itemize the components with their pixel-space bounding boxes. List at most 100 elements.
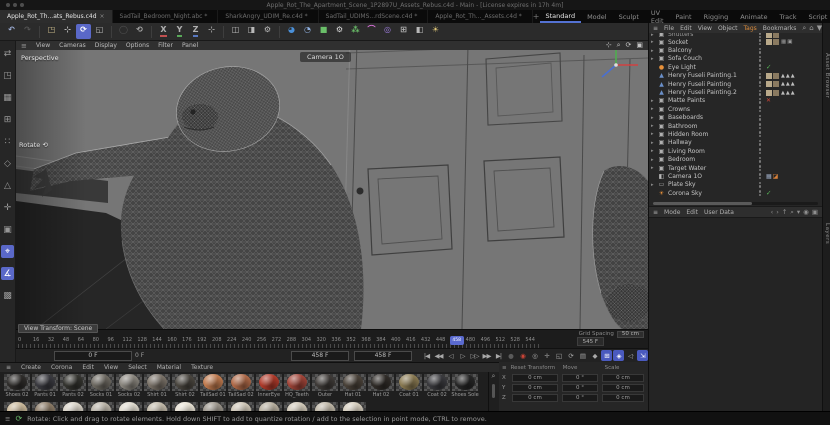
viewport-scene[interactable] (16, 41, 648, 329)
tag-box-icons[interactable]: ▦▣ (781, 39, 793, 45)
visibility-dots[interactable] (756, 64, 764, 71)
object-name[interactable]: Corona Sky (668, 190, 756, 197)
material-swatch[interactable]: TailSad 01 (200, 374, 226, 398)
compositing-tag-icon[interactable]: ▦ (766, 173, 772, 180)
material-menu-item[interactable]: Material (157, 364, 181, 371)
magic-solo-icon[interactable]: ◔ (300, 24, 315, 39)
status-burger-icon[interactable]: ≡ (5, 415, 10, 423)
next-key-button[interactable]: ▶▶ (481, 350, 492, 361)
object-name[interactable]: Matte Paints (668, 97, 756, 104)
viewport-burger-icon[interactable]: ≡ (21, 42, 27, 50)
viewport-menu-item[interactable]: View (36, 42, 50, 49)
viewport-menu-item[interactable]: Display (95, 42, 117, 49)
object-row[interactable]: ▸ ▣ Bedroom ▦▣ ▲▲▲ ✓ ✕ ▦ ◪ (649, 155, 822, 163)
am-menu-item[interactable]: Edit (686, 209, 698, 216)
layout-tab[interactable]: Track (773, 10, 802, 23)
material-scrollbar[interactable] (492, 384, 495, 398)
om-menu-item[interactable]: Edit (680, 25, 692, 32)
object-name[interactable]: Socket (668, 39, 756, 46)
visibility-dots[interactable] (756, 190, 764, 197)
solo-button[interactable]: ⇲ (637, 350, 648, 361)
object-row[interactable]: ▸ ▣ Living Room ▦▣ ▲▲▲ ✓ ✕ ▦ ◪ (649, 147, 822, 155)
visibility-dots[interactable] (756, 131, 764, 138)
om-menu-item[interactable]: Object (718, 25, 738, 32)
viewport-menu-item[interactable]: Panel (182, 42, 198, 49)
visibility-dots[interactable] (756, 165, 764, 172)
object-row[interactable]: ▸ ▣ Matte Paints ▦▣ ▲▲▲ ✓ ✕ ▦ ◪ (649, 97, 822, 105)
material-swatch[interactable]: InnerEye (256, 374, 282, 398)
selection-tag-icons[interactable]: ▲▲▲ (781, 73, 796, 79)
object-name[interactable]: Crowns (668, 106, 756, 113)
texture-tag-thumbnails[interactable] (766, 33, 780, 38)
points-mode-icon[interactable]: ∷ (1, 135, 14, 148)
document-tab[interactable]: SadTail_Bedroom_Night.abc * (113, 10, 219, 23)
nav-forward-icon[interactable]: › (776, 208, 779, 217)
layout-tab[interactable]: UV Edit (645, 9, 670, 25)
home-icon[interactable]: ⌂ (809, 24, 813, 33)
visibility-dots[interactable] (756, 114, 764, 121)
selection-tag-icons[interactable]: ▲▲▲ (781, 90, 796, 96)
zoom-view-icon[interactable]: ⌕ (617, 41, 621, 50)
viewport[interactable]: ≡ View Cameras Display Options Filter Panel ⊹… (16, 41, 648, 329)
object-row[interactable]: ▸ ▣ Sofa Couch ▦▣ ▲▲▲ ✓ ✕ ▦ ◪ (649, 55, 822, 63)
material-swatch[interactable]: Pants 01 (32, 374, 58, 398)
layout-tab[interactable]: Paint (670, 10, 698, 23)
material-swatch[interactable]: Coat 01 (396, 374, 422, 398)
layout-tab[interactable]: Sculpt (613, 10, 645, 23)
spline-icon[interactable]: ◎ (380, 24, 395, 39)
object-row[interactable]: ▸ ▣ Bathroom ▦▣ ▲▲▲ ✓ ✕ ▦ ◪ (649, 122, 822, 130)
material-menu-item[interactable]: Texture (191, 364, 213, 371)
current-frame-field[interactable]: 458 F (291, 350, 349, 361)
camera-label[interactable]: Camera 1O (300, 52, 351, 62)
visibility-dots[interactable] (756, 55, 764, 62)
parameter-key-icon[interactable]: ▤ (577, 350, 588, 361)
texture-tag-thumbnails[interactable] (766, 72, 780, 79)
current-frame-field2[interactable]: 458 F (354, 350, 412, 361)
rotation-field[interactable]: 0 ° (562, 374, 598, 382)
object-name[interactable]: Bathroom (668, 123, 756, 130)
make-editable-icon[interactable]: ⇄ (1, 47, 14, 60)
rotate-tool-icon[interactable]: ⟳ (76, 24, 91, 39)
om-horizontal-scrollbar[interactable] (653, 202, 818, 205)
viewport-menu-item[interactable]: Filter (158, 42, 173, 49)
nav-up-icon[interactable]: ↑ (782, 208, 787, 217)
visibility-dots[interactable] (756, 72, 764, 79)
light-add-icon[interactable]: ☀ (428, 24, 443, 39)
viewport-menu-item[interactable]: Cameras (59, 42, 86, 49)
object-name[interactable]: Plate Sky (668, 181, 756, 188)
object-name[interactable]: Baseboards (668, 114, 756, 121)
object-row[interactable]: ▸ ▭ Plate Sky ▦▣ ▲▲▲ ✓ ✕ ▦ ◪ (649, 181, 822, 189)
material-menu-item[interactable]: View (104, 364, 118, 371)
view-transform-pill[interactable]: View Transform: Scene (18, 324, 99, 333)
om-menu-item[interactable]: Tags (744, 25, 757, 32)
scale-key-icon[interactable]: ◱ (553, 350, 564, 361)
selection-tag-icons[interactable]: ▲▲▲ (781, 81, 796, 87)
document-tab[interactable]: SadTail_UDIMS...rdScene.c4d * (319, 10, 429, 23)
coord-system-icon[interactable]: ⟲ (132, 24, 147, 39)
layout-tab[interactable]: Standard (539, 10, 582, 23)
goto-start-button[interactable]: |◀ (421, 350, 432, 361)
disabled-cross-icon[interactable]: ✕ (766, 97, 771, 104)
snap-icon[interactable]: ⌖ (1, 245, 14, 258)
deformer-icon[interactable]: ⌒ (364, 24, 379, 39)
am-menu-item[interactable]: User Data (704, 209, 734, 216)
visibility-dots[interactable] (756, 89, 764, 96)
viewport-menu-item[interactable]: Options (126, 42, 149, 49)
floor-grid-icon[interactable]: ⊞ (396, 24, 411, 39)
move-dropdown[interactable]: Move (563, 365, 601, 371)
object-name[interactable]: Balcony (668, 47, 756, 54)
texture-tag-thumbnails[interactable] (766, 39, 780, 46)
layout-tab[interactable]: Script (803, 10, 830, 23)
position-key-icon[interactable]: ✛ (541, 350, 552, 361)
x-axis-lock-icon[interactable]: X (156, 24, 171, 39)
visibility-dots[interactable] (756, 33, 764, 38)
mograph-icon[interactable]: ⁂ (348, 24, 363, 39)
material-burger-icon[interactable]: ≡ (6, 364, 11, 371)
autokey-button[interactable]: ⊞ (601, 350, 612, 361)
redo-icon[interactable]: ↷ (20, 24, 35, 39)
object-row[interactable]: ▸ ▣ Target Water ▦▣ ▲▲▲ ✓ ✕ ▦ ◪ (649, 164, 822, 172)
close-tab-icon[interactable]: × (100, 13, 105, 20)
pla-key-icon[interactable]: ◆ (589, 350, 600, 361)
material-swatch[interactable]: Socks 01 (88, 374, 114, 398)
scale-tool-icon[interactable]: ◱ (92, 24, 107, 39)
